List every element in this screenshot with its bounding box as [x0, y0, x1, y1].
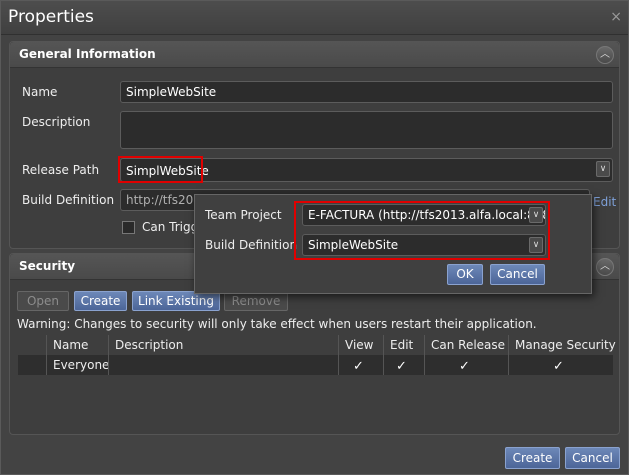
section-title: General Information: [19, 47, 156, 61]
security-table: Name Description View Edit Can Release M…: [18, 335, 616, 375]
column-header-manage-security[interactable]: Manage Security: [508, 335, 616, 355]
edit-link[interactable]: Edit: [593, 195, 616, 209]
team-project-label: Team Project: [205, 208, 282, 222]
title-bar: Properties ×: [1, 1, 628, 35]
column-header-name[interactable]: Name: [46, 335, 108, 355]
description-field[interactable]: [120, 111, 613, 149]
section-header: General Information ︿: [10, 42, 619, 68]
chevron-up-icon[interactable]: ︿: [596, 46, 614, 64]
popup-highlight: [294, 201, 550, 260]
window-title: Properties: [8, 7, 94, 27]
create-security-button[interactable]: Create: [74, 291, 127, 311]
table-row[interactable]: Everyone ✓ ✓ ✓ ✓: [18, 355, 613, 375]
row-description: [108, 355, 338, 375]
column-header-edit[interactable]: Edit: [383, 335, 425, 355]
section-title: Security: [19, 259, 76, 273]
ok-button[interactable]: OK: [447, 264, 483, 285]
row-name: Everyone: [46, 355, 109, 375]
edit-check-icon[interactable]: ✓: [396, 357, 407, 377]
name-label: Name: [22, 85, 58, 99]
column-header-view[interactable]: View: [338, 335, 380, 355]
link-existing-button[interactable]: Link Existing: [132, 291, 220, 311]
row-selector[interactable]: [18, 355, 46, 375]
view-cell[interactable]: ✓: [338, 355, 383, 375]
create-button[interactable]: Create: [505, 447, 560, 469]
cancel-button[interactable]: Cancel: [565, 447, 620, 469]
can-release-cell[interactable]: ✓: [424, 355, 508, 375]
chevron-up-icon[interactable]: ︿: [596, 258, 614, 276]
manage-security-cell[interactable]: ✓: [508, 355, 613, 375]
build-definition-label: Build Definition: [22, 193, 115, 207]
can-release-check-icon[interactable]: ✓: [459, 357, 470, 377]
edit-cell[interactable]: ✓: [383, 355, 424, 375]
description-label: Description: [22, 115, 91, 129]
table-header: Name Description View Edit Can Release M…: [18, 335, 616, 355]
security-warning: Warning: Changes to security will only t…: [17, 317, 537, 331]
can-trigger-checkbox[interactable]: [122, 221, 135, 234]
close-icon[interactable]: ×: [610, 9, 622, 25]
chevron-down-icon[interactable]: ∨: [596, 161, 610, 177]
column-header-description[interactable]: Description: [108, 335, 344, 355]
remove-button[interactable]: Remove: [224, 291, 288, 311]
release-path-label: Release Path: [22, 163, 100, 177]
name-field[interactable]: SimpleWebSite: [120, 81, 613, 103]
popup-cancel-button[interactable]: Cancel: [490, 264, 545, 285]
can-trigger-label: Can Trigg: [142, 220, 199, 234]
column-header-can-release[interactable]: Can Release: [424, 335, 508, 355]
release-path-highlight: [118, 156, 203, 183]
properties-window: Properties × General Information ︿ Name …: [0, 0, 629, 475]
manage-security-check-icon[interactable]: ✓: [553, 357, 564, 377]
popup-build-definition-label: Build Definition: [205, 238, 298, 252]
view-check-icon[interactable]: ✓: [353, 357, 364, 377]
open-button[interactable]: Open: [17, 291, 69, 311]
build-definition-popup: Team Project E-FACTURA (http://tfs2013.a…: [194, 194, 592, 294]
